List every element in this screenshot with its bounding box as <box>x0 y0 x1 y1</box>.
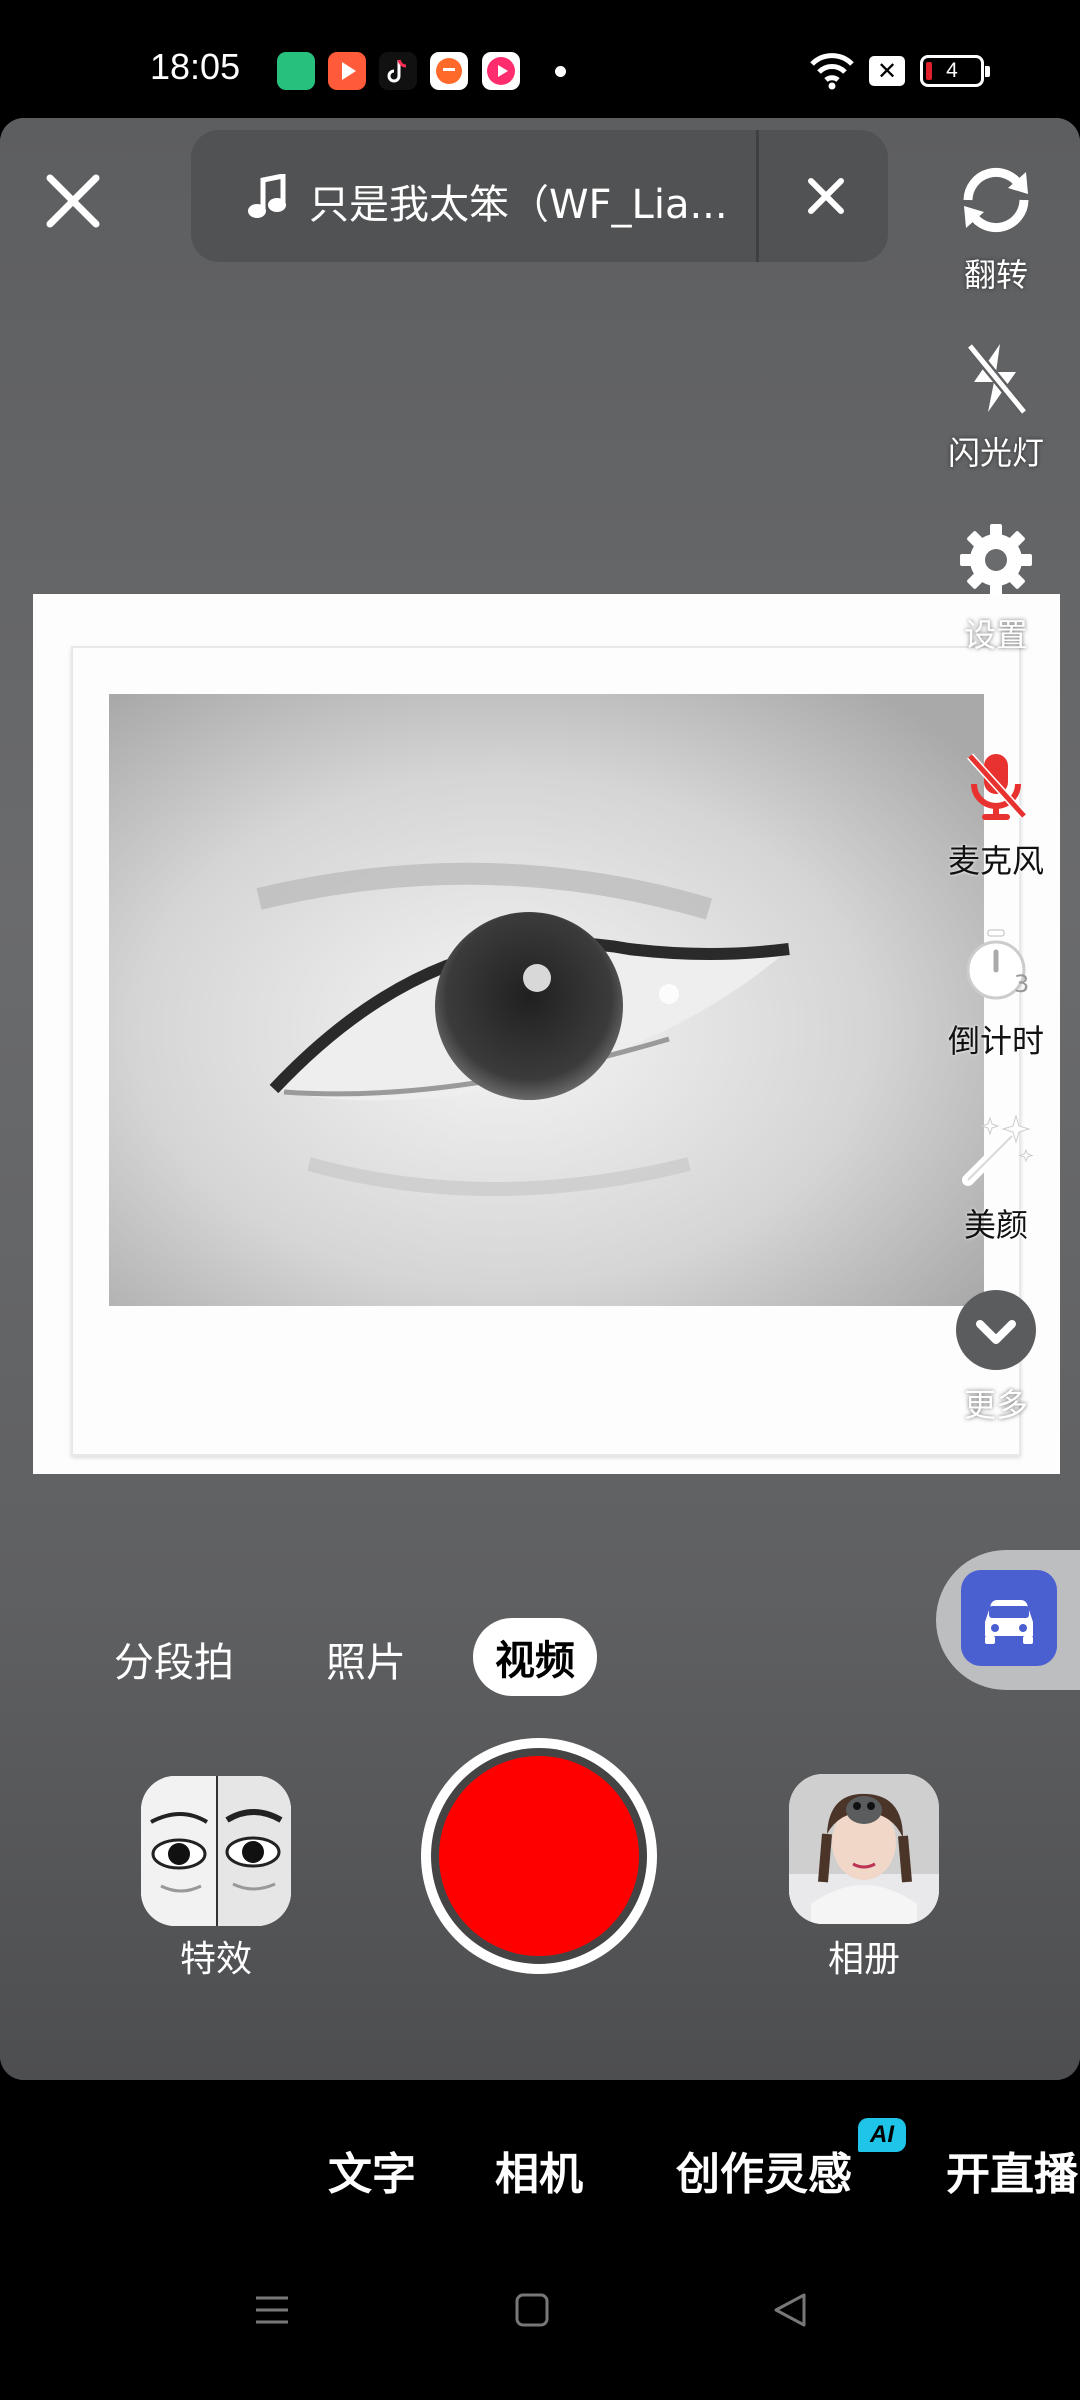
microphone-off-icon <box>967 753 1027 820</box>
side-tool-label: 闪光灯 <box>947 434 1044 472</box>
side-tool-label: 翻转 <box>963 256 1028 294</box>
side-tool-label: 设置 <box>963 616 1028 654</box>
album-button[interactable] <box>789 1774 939 1924</box>
capture-mode-selector: 分段拍 照片 视频 <box>0 1616 1080 1702</box>
tab-camera[interactable]: 相机 <box>495 2138 583 2202</box>
album-thumbnail <box>789 1774 939 1924</box>
back-icon[interactable] <box>770 2290 810 2330</box>
flash-off-icon <box>966 342 1028 416</box>
notification-dot <box>555 66 566 77</box>
bottom-tab-bar: 文字 相机 创作灵感 AI 开直播 <box>0 2080 1080 2240</box>
flip-camera-icon <box>963 167 1029 233</box>
music-app-icon <box>482 52 520 90</box>
tab-inspiration[interactable]: 创作灵感 <box>676 2138 852 2202</box>
battery-level: 4 <box>920 55 990 87</box>
beauty-wand-icon <box>962 1114 1034 1186</box>
mode-photo[interactable]: 照片 <box>326 1630 406 1688</box>
tab-live[interactable]: 开直播 <box>946 2138 1078 2202</box>
status-bar: 18:05 ✕ 4 <box>0 0 1080 118</box>
timer-badge: 3 <box>1014 970 1029 998</box>
music-selector[interactable]: 只是我太笨（WF_Lia... <box>191 130 888 262</box>
record-button[interactable] <box>421 1738 657 1974</box>
music-note-icon <box>248 174 286 218</box>
flash-button[interactable]: 闪光灯 <box>940 336 1052 474</box>
wifi-icon <box>810 53 854 90</box>
beauty-button[interactable]: 美颜 <box>940 1108 1052 1246</box>
music-divider <box>756 130 759 262</box>
polaroid-frame <box>33 594 1060 1474</box>
side-tool-label: 更多 <box>963 1386 1028 1424</box>
mode-segment[interactable]: 分段拍 <box>114 1630 234 1688</box>
effects-button[interactable] <box>141 1776 291 1926</box>
video-player-icon <box>328 52 366 90</box>
microphone-button[interactable]: 麦克风 <box>940 744 1052 882</box>
flip-camera-button[interactable]: 翻转 <box>940 158 1052 296</box>
remove-music-button[interactable] <box>803 173 849 219</box>
effects-label: 特效 <box>179 1939 252 1980</box>
side-tool-label: 倒计时 <box>947 1022 1044 1060</box>
tiktok-icon <box>379 52 417 90</box>
menu-icon[interactable] <box>252 2290 292 2330</box>
status-time: 18:05 <box>150 46 241 87</box>
more-tools-button[interactable]: 更多 <box>940 1288 1052 1426</box>
side-tool-label: 美颜 <box>963 1206 1028 1244</box>
effects-thumbnail <box>141 1776 291 1926</box>
tab-text[interactable]: 文字 <box>328 2138 416 2202</box>
close-camera-button[interactable] <box>42 170 104 232</box>
timer-button[interactable]: 3 倒计时 <box>940 924 1052 1062</box>
album-label: 相册 <box>827 1939 900 1980</box>
eye-photo <box>109 694 984 1306</box>
home-icon[interactable] <box>512 2290 552 2330</box>
music-title: 只是我太笨（WF_Lia... <box>309 182 728 228</box>
ai-badge: AI <box>858 2118 906 2152</box>
settings-icon <box>960 524 1032 596</box>
record-core <box>439 1756 639 1956</box>
no-sim-icon: ✕ <box>869 56 905 86</box>
camera-screen: 只是我太笨（WF_Lia... 翻转 闪光灯 设置 麦克风 3 倒计时 美颜 更… <box>0 118 1080 2080</box>
mode-video[interactable]: 视频 <box>473 1618 597 1696</box>
side-tool-label: 麦克风 <box>947 842 1044 880</box>
settings-button[interactable]: 设置 <box>940 518 1052 656</box>
shopping-icon <box>430 52 468 90</box>
phone-manager-icon <box>277 52 315 90</box>
timer-icon: 3 <box>966 929 1029 1000</box>
chevron-down-icon <box>956 1290 1036 1370</box>
system-nav-bar <box>0 2240 1080 2400</box>
